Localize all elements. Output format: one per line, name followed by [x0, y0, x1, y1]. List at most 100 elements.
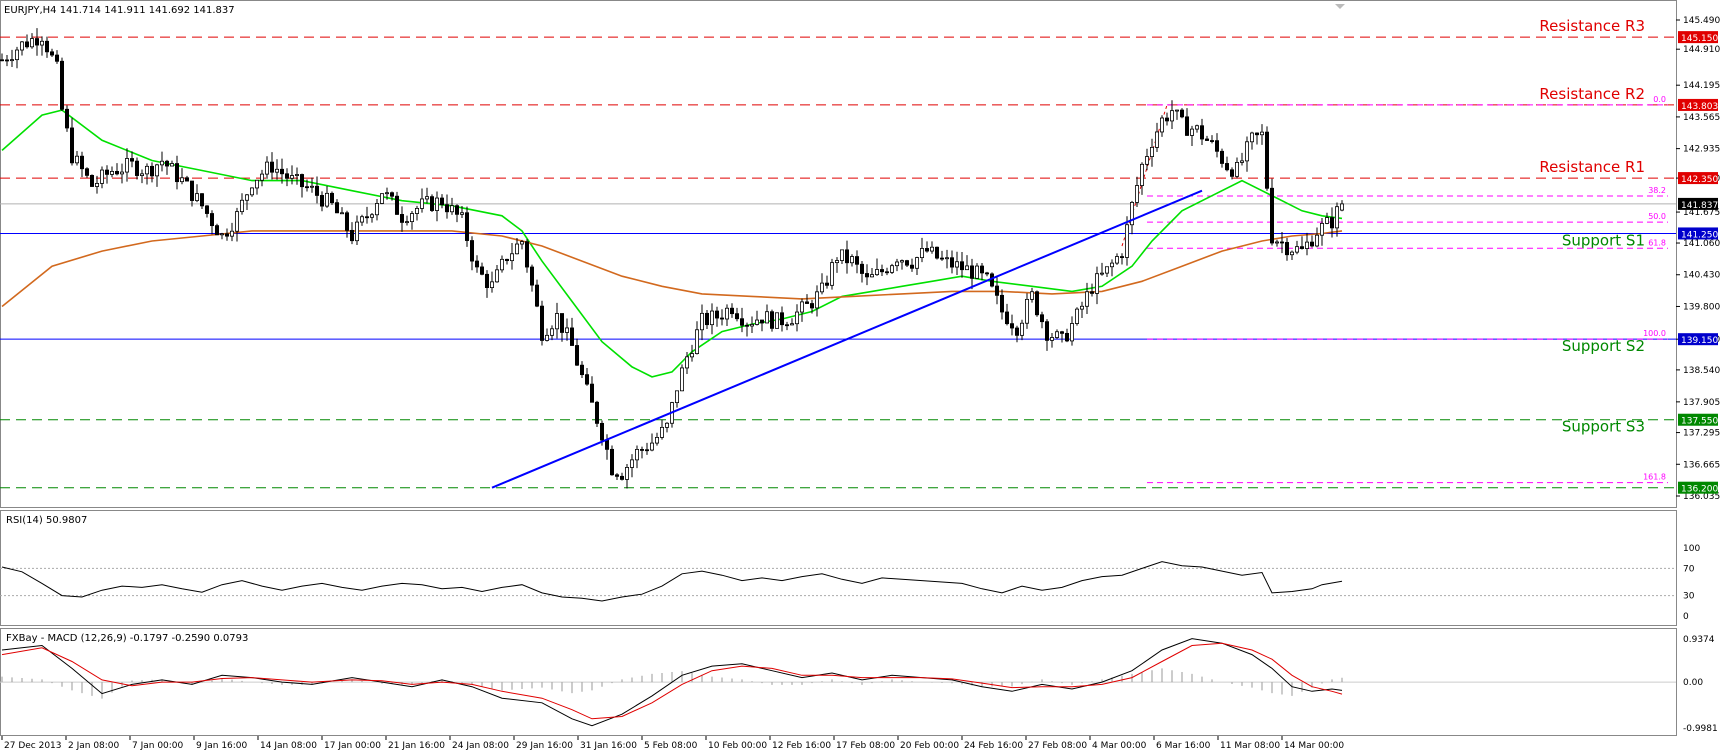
candle-body: [219, 233, 224, 236]
time-tick-label: 24 Jan 08:00: [452, 741, 509, 751]
candle-body: [580, 364, 585, 376]
candle-body: [810, 303, 815, 309]
candle-body: [1340, 203, 1345, 211]
candle-body: [650, 442, 655, 451]
candle-body: [845, 249, 850, 264]
candle-body: [910, 264, 915, 269]
time-tick-label: 21 Jan 16:00: [388, 741, 445, 751]
candle-body: [1295, 246, 1300, 253]
candle-body: [199, 193, 204, 207]
level-label: Support S3: [1562, 418, 1645, 436]
candle-body: [1255, 132, 1260, 136]
candle-body: [249, 187, 254, 196]
candle-body: [880, 269, 885, 273]
candle-body: [489, 281, 494, 289]
candle-body: [860, 263, 865, 274]
candle-body: [429, 196, 434, 211]
candle-body: [229, 230, 234, 237]
candle-body: [304, 186, 309, 189]
candle-body: [494, 269, 499, 283]
candle-body: [239, 199, 244, 213]
candle-body: [1240, 160, 1245, 163]
candle-body: [870, 274, 875, 278]
candle-body: [600, 422, 605, 441]
candle-body: [24, 41, 29, 48]
price-tick-label: 145.490: [1683, 16, 1720, 26]
rsi-tick-label: 0: [1683, 612, 1689, 622]
candle-body: [625, 467, 630, 480]
candle-body: [1120, 256, 1125, 258]
candle-body: [835, 260, 840, 264]
time-tick-label: 4 Mar 00:00: [1092, 741, 1147, 751]
candle-body: [1245, 141, 1250, 162]
candle-body: [289, 175, 294, 179]
candle-body: [60, 60, 65, 110]
candle-body: [424, 196, 429, 200]
candle-body: [620, 475, 625, 480]
candle-body: [780, 312, 785, 326]
candle-body: [1180, 109, 1185, 118]
candle-body: [1155, 131, 1160, 148]
price-tick-label: 143.565: [1683, 113, 1720, 123]
time-tick-label: 2 Jan 08:00: [68, 741, 120, 751]
candle-body: [980, 265, 985, 274]
candle-body: [1195, 125, 1200, 130]
candle-body: [760, 319, 765, 324]
candle-body: [790, 323, 795, 326]
candle-body: [45, 40, 50, 53]
candle-body: [1105, 266, 1110, 274]
candle-body: [264, 161, 269, 175]
candle-body: [685, 356, 690, 369]
candle-body: [1150, 146, 1155, 157]
candle-body: [895, 261, 900, 267]
candle-body: [900, 260, 905, 263]
candle-body: [379, 193, 384, 204]
candle-body: [329, 192, 334, 204]
level-label: Resistance R3: [1539, 17, 1645, 35]
time-tick-label: 6 Mar 16:00: [1156, 741, 1211, 751]
candle-body: [144, 165, 149, 175]
candle-body: [259, 173, 264, 181]
candle-body: [720, 317, 725, 320]
candle-body: [855, 256, 860, 265]
rsi-header: RSI(14) 50.9807: [6, 515, 87, 526]
candle-body: [1020, 322, 1025, 336]
candle-body: [1250, 132, 1255, 143]
candle-body: [1115, 256, 1120, 264]
candle-body: [565, 327, 570, 333]
candle-body: [454, 205, 459, 215]
candle-body: [1265, 131, 1270, 189]
candle-body: [359, 216, 364, 223]
candle-body: [1335, 206, 1340, 229]
candle-body: [975, 265, 980, 279]
candle-body: [1095, 273, 1100, 294]
candle-body: [174, 163, 179, 183]
candle-body: [675, 390, 680, 404]
candle-body: [459, 212, 464, 215]
candle-body: [115, 170, 120, 175]
candle-body: [1260, 131, 1265, 136]
candle-body: [885, 271, 890, 274]
time-tick-label: 14 Jan 08:00: [260, 741, 317, 751]
candle-body: [930, 246, 935, 252]
price-tick-label: 137.905: [1683, 398, 1720, 408]
candle-body: [905, 260, 910, 266]
fib-level-label: 38.2: [1648, 186, 1666, 195]
time-tick-label: 31 Jan 16:00: [580, 741, 637, 751]
candle-body: [735, 313, 740, 320]
candle-body: [695, 329, 700, 354]
level-price-tag-label: 145.150: [1681, 34, 1718, 44]
candle-body: [1000, 294, 1005, 313]
level-price-tag-label: 139.150: [1681, 336, 1718, 346]
price-tick-label: 136.665: [1683, 460, 1720, 470]
time-tick-label: 20 Feb 00:00: [900, 741, 959, 751]
candle-body: [75, 155, 80, 164]
candle-body: [875, 269, 880, 276]
candle-body: [204, 205, 209, 214]
price-tick-label: 144.910: [1683, 45, 1720, 55]
candle-body: [189, 180, 194, 201]
level-price-tag-label: 137.550: [1681, 417, 1718, 427]
candle-body: [610, 448, 615, 476]
candle-body: [95, 183, 100, 187]
candle-body: [715, 310, 720, 319]
